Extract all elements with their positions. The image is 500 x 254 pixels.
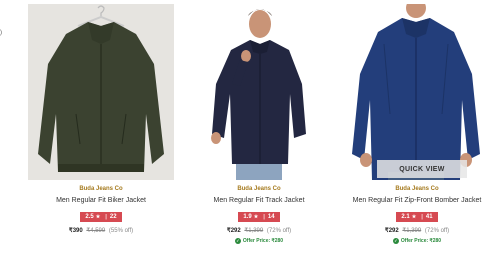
product-brand[interactable]: Buda Jeans Co <box>28 185 174 193</box>
rating-badge: 1.9 ★ | 14 <box>238 212 280 222</box>
product-title[interactable]: Men Regular Fit Biker Jacket <box>28 196 174 205</box>
product-info: Buda Jeans Co Men Regular Fit Zip-Front … <box>344 185 490 244</box>
product-card[interactable]: Buda Jeans Co Men Regular Fit Biker Jack… <box>28 0 184 254</box>
product-grid: Buda Jeans Co Men Regular Fit Biker Jack… <box>22 0 500 254</box>
rating-separator: | <box>421 214 423 220</box>
offer-check-icon: ✓ <box>392 238 399 244</box>
model-jacket-image <box>344 4 490 180</box>
mrp-price: ₹4,599 <box>86 228 106 234</box>
product-title[interactable]: Men Regular Fit Track Jacket <box>186 196 332 205</box>
rating-value: 2.5 <box>85 214 94 220</box>
quick-view-button[interactable]: QUICK VIEW <box>377 160 467 178</box>
mrp-price: ₹1,399 <box>244 228 264 234</box>
model-jacket-image <box>186 4 332 180</box>
offer-price: ✓ Offer Price: ₹280 <box>186 238 332 244</box>
rating-separator: | <box>105 214 107 220</box>
product-brand[interactable]: Buda Jeans Co <box>186 185 332 193</box>
selling-price: ₹292 <box>226 228 241 234</box>
product-image[interactable] <box>344 4 490 180</box>
discount-percent: (55% off) <box>108 228 134 234</box>
mrp-price: ₹1,399 <box>402 228 422 234</box>
selling-price: ₹292 <box>384 228 399 234</box>
product-brand[interactable]: Buda Jeans Co <box>344 185 490 193</box>
product-card[interactable]: Buda Jeans Co Men Regular Fit Track Jack… <box>186 0 342 254</box>
rating-separator: | <box>263 214 265 220</box>
selling-price: ₹390 <box>68 228 83 234</box>
rating-count: 14 <box>267 214 275 220</box>
page-edge-glyph: ) <box>0 30 2 36</box>
rating-count: 41 <box>425 214 433 220</box>
product-card[interactable]: QUICK VIEW Buda Jeans Co Men Regular Fit… <box>344 0 500 254</box>
rating-value: 1.9 <box>243 214 252 220</box>
product-info: Buda Jeans Co Men Regular Fit Track Jack… <box>186 185 332 244</box>
price-row: ₹390 ₹4,599 (55% off) <box>28 227 174 235</box>
rating-badge: 2.5 ★ | 22 <box>80 212 122 222</box>
jacket-image <box>28 4 174 180</box>
star-icon: ★ <box>95 214 101 220</box>
rating-badge: 2.1 ★ | 41 <box>396 212 438 222</box>
offer-price-text: Offer Price: ₹280 <box>400 238 442 244</box>
offer-price-text: Offer Price: ₹280 <box>242 238 284 244</box>
product-title[interactable]: Men Regular Fit Zip-Front Bomber Jacket <box>344 196 490 205</box>
discount-percent: (72% off) <box>424 228 450 234</box>
offer-check-icon: ✓ <box>234 238 241 244</box>
price-row: ₹292 ₹1,399 (72% off) <box>344 227 490 235</box>
star-icon: ★ <box>253 214 259 220</box>
rating-value: 2.1 <box>401 214 410 220</box>
product-info: Buda Jeans Co Men Regular Fit Biker Jack… <box>28 185 174 235</box>
product-image[interactable] <box>28 4 174 180</box>
rating-count: 22 <box>109 214 117 220</box>
offer-price: ✓ Offer Price: ₹280 <box>344 238 490 244</box>
star-icon: ★ <box>411 214 417 220</box>
discount-percent: (72% off) <box>266 228 292 234</box>
price-row: ₹292 ₹1,399 (72% off) <box>186 227 332 235</box>
product-image[interactable] <box>186 4 332 180</box>
